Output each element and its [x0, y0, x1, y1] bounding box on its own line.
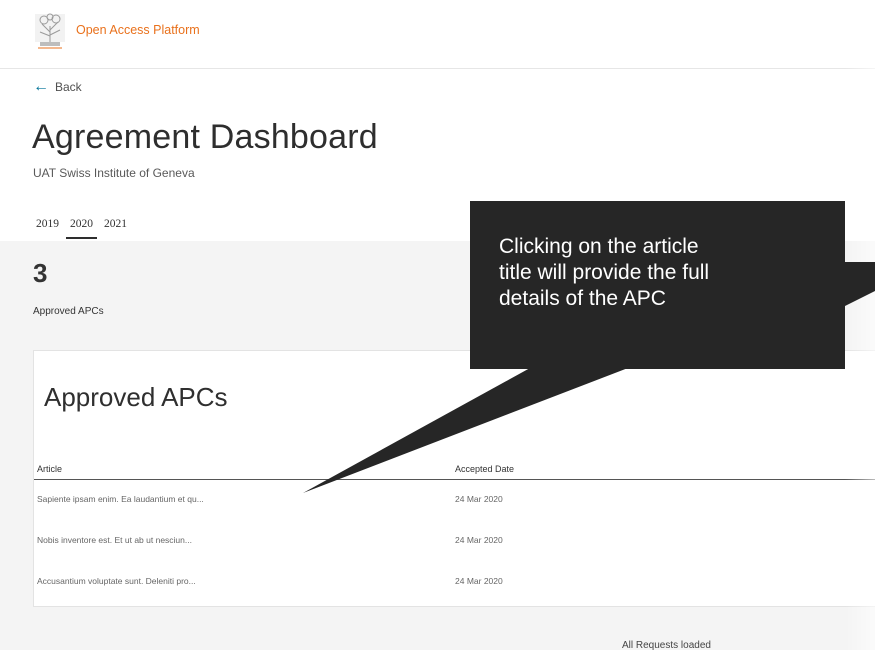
approved-count-label: Approved APCs: [33, 306, 104, 317]
approved-apcs-card: Approved APCs Article Accepted Date Sapi…: [33, 350, 875, 607]
page-subtitle: UAT Swiss Institute of Geneva: [33, 166, 195, 180]
top-header: Open Access Platform: [0, 0, 875, 69]
elsevier-logo[interactable]: [32, 12, 70, 62]
approved-count: 3: [33, 258, 48, 288]
table-header: Article Accepted Date: [34, 457, 875, 480]
brand-name[interactable]: Open Access Platform: [76, 23, 200, 37]
table-row[interactable]: Accusantium voluptate sunt. Deleniti pro…: [34, 562, 875, 602]
card-title: Approved APCs: [44, 382, 228, 412]
table-row[interactable]: Nobis inventore est. Et ut ab ut nesciun…: [34, 521, 875, 561]
accepted-date: 24 Mar 2020: [455, 576, 503, 586]
page: Open Access Platform ← Back Agreement Da…: [0, 0, 875, 651]
load-status: All Requests loaded: [622, 640, 711, 651]
elsevier-tree-icon: [35, 13, 65, 49]
table-row[interactable]: Sapiente ipsam enim. Ea laudantium et qu…: [34, 480, 875, 520]
accepted-date: 24 Mar 2020: [455, 535, 503, 545]
back-link[interactable]: ← Back: [33, 78, 82, 95]
article-title-link[interactable]: Sapiente ipsam enim. Ea laudantium et qu…: [37, 494, 204, 504]
callout-line-2: title will provide the full: [499, 261, 710, 284]
article-title-link[interactable]: Nobis inventore est. Et ut ab ut nesciun…: [37, 535, 192, 545]
tab-2021[interactable]: 2021: [100, 218, 131, 239]
article-title-link[interactable]: Accusantium voluptate sunt. Deleniti pro…: [37, 576, 196, 586]
instruction-callout: Clicking on the article title will provi…: [470, 201, 845, 369]
tab-2020[interactable]: 2020: [66, 218, 97, 239]
accepted-date: 24 Mar 2020: [455, 494, 503, 504]
year-tabs: 2019 2020 2021: [32, 218, 134, 239]
callout-line-1: Clicking on the article: [499, 235, 699, 258]
column-article[interactable]: Article: [37, 464, 62, 474]
tab-2019[interactable]: 2019: [32, 218, 63, 239]
page-title: Agreement Dashboard: [32, 118, 378, 156]
arrow-left-icon: ←: [33, 78, 49, 95]
callout-line-3: details of the APC: [499, 287, 666, 310]
back-label: Back: [55, 80, 82, 94]
column-accepted-date[interactable]: Accepted Date: [455, 464, 514, 474]
